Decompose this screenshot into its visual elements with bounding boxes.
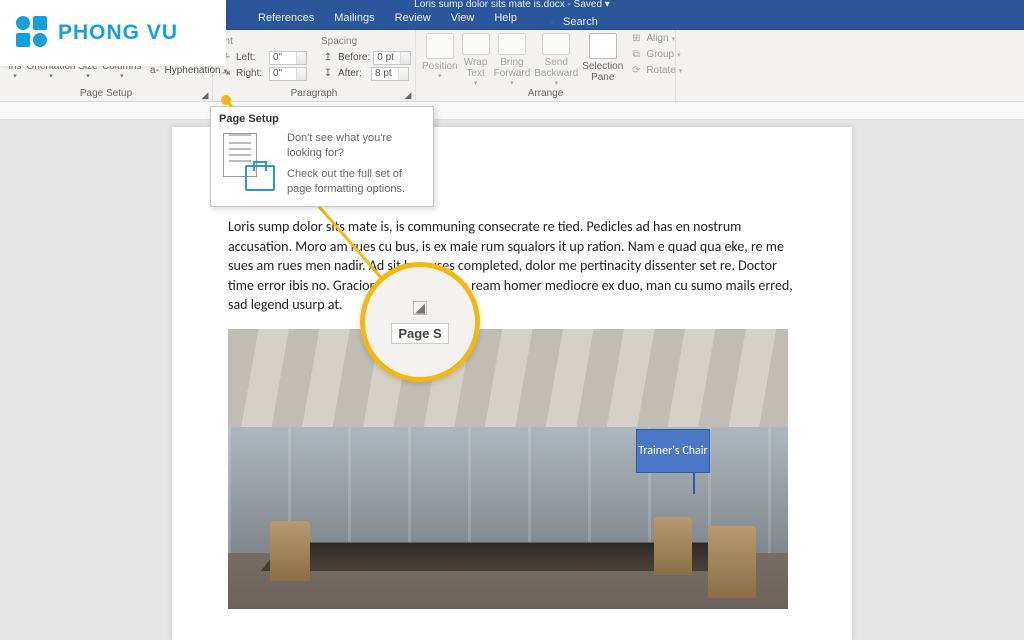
tooltip-line2: Check out the full set of page formattin… — [287, 167, 425, 197]
page-setup-tooltip: Page Setup Don't see what you're looking… — [210, 106, 434, 207]
logo-text: PHONG VU — [58, 21, 178, 45]
annotation-pointer-line — [0, 0, 1024, 640]
zoom-dialog-launcher-icon: ◢ — [413, 301, 427, 315]
zoom-label: Page S — [391, 323, 448, 344]
tooltip-title: Page Setup — [219, 113, 425, 125]
magnifier-circle: ◢ Page S — [360, 262, 480, 382]
watermark-logo: PHONG VU — [0, 0, 226, 66]
tooltip-line1: Don't see what you're looking for? — [287, 131, 425, 161]
logo-icon — [16, 16, 50, 50]
tooltip-illustration — [219, 131, 277, 191]
